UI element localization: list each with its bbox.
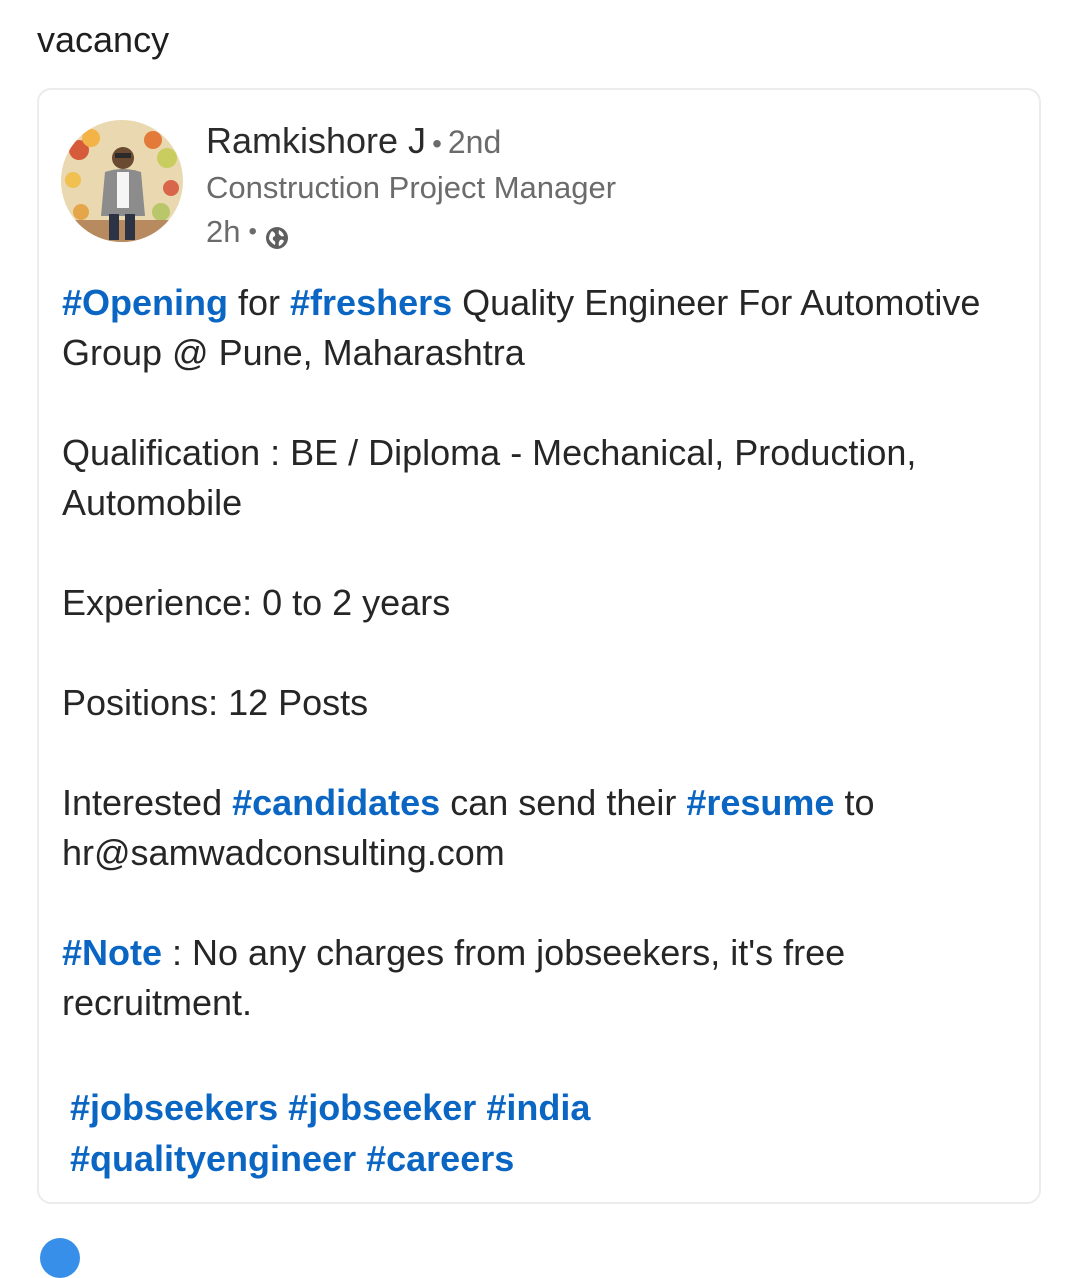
connection-degree: 2nd (447, 124, 502, 160)
author-headline: Construction Project Manager (206, 170, 617, 205)
text-span: can send their (440, 782, 687, 823)
post-time: 2h (206, 214, 241, 249)
hashtag-link[interactable]: #india (486, 1087, 590, 1128)
text-span: Interested (62, 782, 233, 823)
hashtag-link[interactable]: #qualityengineer (70, 1138, 356, 1179)
post-paragraph: Experience: 0 to 2 years (62, 582, 451, 623)
text-span: for (228, 282, 291, 323)
hashtag-link[interactable]: #careers (366, 1138, 514, 1179)
post-paragraph: #Opening for #freshers Quality Engineer … (62, 278, 1032, 378)
separator-dot: • (432, 128, 442, 159)
hashtag-link[interactable]: #candidates (232, 782, 440, 823)
hashtag-link[interactable]: #freshers (290, 282, 452, 323)
separator-dot: • (248, 218, 257, 245)
post-paragraph: Qualification : BE / Diploma - Mechanica… (62, 432, 917, 523)
post-meta: 2h • (206, 212, 289, 252)
hashtag-list: #jobseekers #jobseeker #india #qualityen… (70, 1082, 1030, 1184)
reaction-icon (40, 1238, 80, 1278)
hashtag-link[interactable]: #jobseekers (70, 1087, 278, 1128)
hashtag-link[interactable]: #Note (62, 932, 162, 973)
post-body: #Opening for #freshers Quality Engineer … (62, 278, 1032, 1078)
hashtag-link[interactable]: #Opening (62, 282, 228, 323)
author-name[interactable]: Ramkishore J (206, 120, 426, 161)
author-line: Ramkishore J • 2nd (206, 118, 501, 167)
page-caption: vacancy (37, 19, 170, 60)
post-paragraph: #Note : No any charges from jobseekers, … (62, 928, 1032, 1028)
hashtag-link[interactable]: #jobseeker (288, 1087, 476, 1128)
avatar[interactable] (61, 120, 183, 242)
post-paragraph: Interested #candidates can send their #r… (62, 778, 1032, 878)
post-card: Ramkishore J • 2nd Construction Project Ma… (37, 88, 1041, 1204)
avatar-photo (61, 120, 183, 242)
post-paragraph: Positions: 12 Posts (62, 682, 369, 723)
hashtag-link[interactable]: #resume (686, 782, 834, 823)
text-span: : No any charges from jobseekers, it's f… (62, 932, 846, 1023)
globe-icon (265, 220, 289, 249)
